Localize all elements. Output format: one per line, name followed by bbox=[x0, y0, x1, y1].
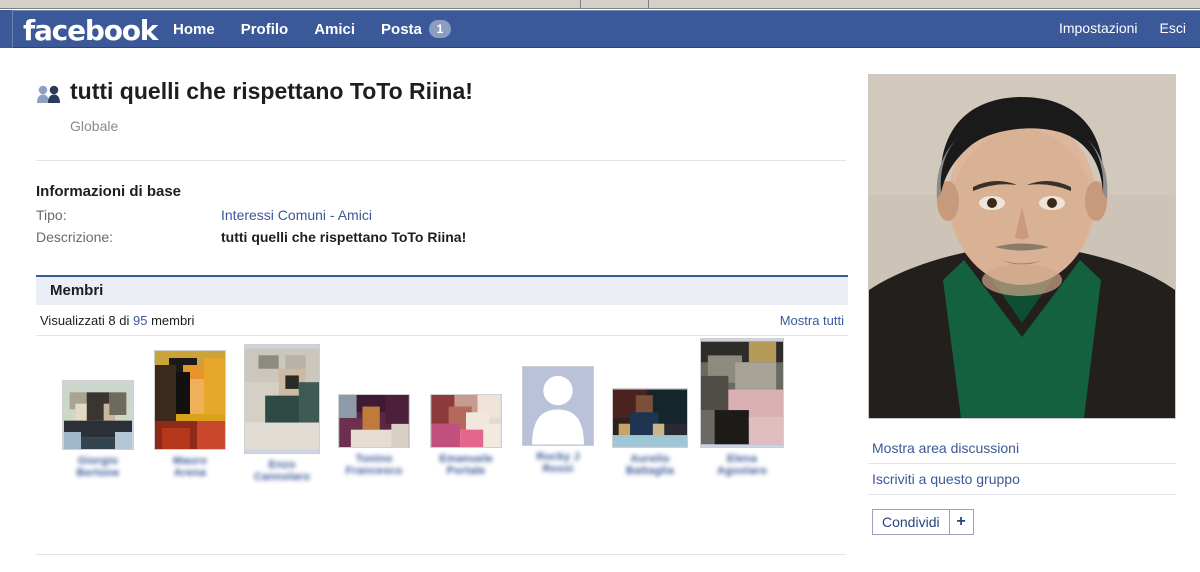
member-item[interactable]: Giorgio Bertone bbox=[52, 380, 144, 479]
member-name: Rocky J Rossi bbox=[536, 451, 580, 475]
basic-info-table: Tipo: Interessi Comuni - Amici Descrizio… bbox=[36, 207, 636, 245]
nav-posta[interactable]: Posta 1 bbox=[381, 20, 451, 38]
member-name: Tonino Francesco bbox=[345, 453, 403, 477]
member-avatar[interactable] bbox=[700, 338, 784, 448]
page-title: tutti quelli che rispettano ToTo Riina! bbox=[70, 78, 473, 104]
group-portrait-photo bbox=[868, 74, 1176, 419]
top-navigation-bar: facebook Home Profilo Amici Posta 1 Impo… bbox=[0, 10, 1200, 48]
facebook-group-page: facebook Home Profilo Amici Posta 1 Impo… bbox=[0, 0, 1200, 572]
member-item[interactable]: Aurelio Battaglia bbox=[604, 388, 696, 477]
members-subheader: Visualizzati 8 di 95 membri Mostra tutti bbox=[36, 305, 848, 336]
group-scope-label: Globale bbox=[70, 118, 119, 134]
member-item[interactable]: Emanuele Portale bbox=[420, 394, 512, 477]
nav-posta-label: Posta bbox=[381, 20, 422, 38]
posta-unread-badge: 1 bbox=[428, 20, 451, 38]
browser-chrome-strip bbox=[0, 0, 1200, 9]
main-column: tutti quelli che rispettano ToTo Riina! … bbox=[36, 48, 848, 504]
nav-amici[interactable]: Amici bbox=[314, 21, 355, 38]
share-button-label: Condividi bbox=[882, 514, 940, 530]
members-grid: Giorgio Bertone Mauro Arena Enzo Cannola… bbox=[36, 338, 848, 504]
member-avatar[interactable] bbox=[244, 344, 320, 454]
nav-profilo[interactable]: Profilo bbox=[241, 21, 289, 38]
members-section: Membri Visualizzati 8 di 95 membri Mostr… bbox=[36, 275, 848, 504]
group-title-row: tutti quelli che rispettano ToTo Riina! bbox=[36, 78, 846, 114]
members-count-text: Visualizzati 8 di 95 membri bbox=[40, 312, 195, 328]
sidebar-links: Mostra area discussioni Iscriviti a ques… bbox=[868, 433, 1176, 495]
member-avatar[interactable] bbox=[612, 388, 688, 448]
member-avatar[interactable] bbox=[338, 394, 410, 448]
members-total-count: 95 bbox=[132, 312, 148, 328]
member-name: Mauro Arena bbox=[173, 455, 207, 479]
member-item[interactable]: Tonino Francesco bbox=[328, 394, 420, 477]
group-people-icon bbox=[36, 84, 62, 104]
info-value-descrizione: tutti quelli che rispettano ToTo Riina! bbox=[221, 229, 467, 245]
member-name: Elena Agostaro bbox=[717, 453, 767, 477]
info-label-tipo: Tipo: bbox=[36, 207, 67, 223]
member-avatar[interactable] bbox=[154, 350, 226, 450]
divider-top bbox=[36, 160, 846, 161]
share-control: Condividi + bbox=[872, 509, 974, 535]
nav-esci[interactable]: Esci bbox=[1160, 20, 1186, 36]
members-show-all-link[interactable]: Mostra tutti bbox=[780, 313, 844, 328]
info-label-descrizione: Descrizione: bbox=[36, 229, 114, 245]
nav-impostazioni[interactable]: Impostazioni bbox=[1059, 20, 1138, 36]
members-heading: Membri bbox=[36, 275, 848, 305]
member-avatar-default[interactable] bbox=[522, 366, 594, 446]
sidebar-link-iscriviti[interactable]: Iscriviti a questo gruppo bbox=[868, 464, 1176, 495]
member-item[interactable]: Enzo Cannolaro bbox=[236, 344, 328, 483]
sidebar-link-discussioni[interactable]: Mostra area discussioni bbox=[868, 433, 1176, 464]
member-item[interactable]: Rocky J Rossi bbox=[512, 366, 604, 475]
facebook-logo[interactable]: facebook bbox=[23, 14, 158, 47]
info-value-tipo: Interessi Comuni - Amici bbox=[221, 207, 372, 223]
info-row-descrizione: Descrizione: tutti quelli che rispettano… bbox=[36, 229, 636, 245]
nav-right-group: Impostazioni Esci bbox=[1059, 20, 1186, 36]
sidebar-column: Mostra area discussioni Iscriviti a ques… bbox=[868, 74, 1178, 535]
member-name: Emanuele Portale bbox=[439, 453, 493, 477]
member-avatar[interactable] bbox=[62, 380, 134, 450]
member-name: Giorgio Bertone bbox=[76, 455, 120, 479]
info-value-tipo-link[interactable]: Interessi Comuni - Amici bbox=[221, 207, 372, 223]
share-plus-icon[interactable]: + bbox=[948, 510, 973, 534]
member-name: Enzo Cannolaro bbox=[253, 459, 311, 483]
member-item[interactable]: Elena Agostaro bbox=[696, 338, 788, 477]
nav-home[interactable]: Home bbox=[173, 21, 215, 38]
share-button[interactable]: Condividi + bbox=[872, 509, 974, 535]
member-name: Aurelio Battaglia bbox=[625, 453, 675, 477]
divider-bottom bbox=[36, 554, 846, 555]
nav-links-group: Home Profilo Amici Posta 1 bbox=[173, 20, 451, 38]
basic-info-heading: Informazioni di base bbox=[36, 183, 182, 200]
page-content: tutti quelli che rispettano ToTo Riina! … bbox=[0, 48, 1200, 572]
info-row-tipo: Tipo: Interessi Comuni - Amici bbox=[36, 207, 636, 223]
member-avatar[interactable] bbox=[430, 394, 502, 448]
portrait-image bbox=[869, 75, 1175, 418]
member-item[interactable]: Mauro Arena bbox=[144, 350, 236, 479]
